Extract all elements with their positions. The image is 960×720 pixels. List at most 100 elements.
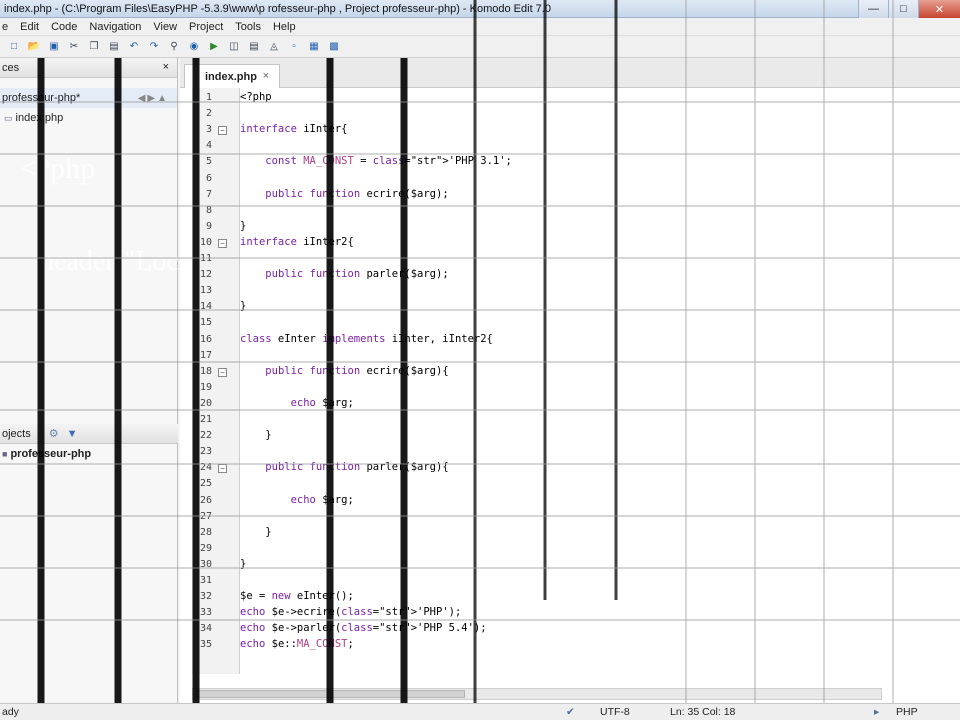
line-number: 35 [199, 639, 212, 651]
paste-icon[interactable]: ▤ [106, 39, 122, 55]
code-line: public function ecrire($arg); [265, 187, 449, 200]
menu-navigation[interactable]: Navigation [89, 21, 141, 33]
tab-bar: index.php × [180, 58, 960, 88]
line-number: 21 [199, 414, 212, 425]
menu-view[interactable]: View [153, 21, 177, 33]
window-title: index.php - (C:\Program Files\EasyPHP -5… [4, 2, 551, 15]
run-icon[interactable]: ▶ [206, 39, 222, 55]
line-number: 13 [199, 285, 212, 297]
code-line: public function parler($arg){ [265, 461, 449, 474]
share-icon[interactable]: ▩ [326, 39, 342, 55]
folder-label: professeur-php* [2, 92, 81, 104]
save-icon[interactable]: ▣ [46, 39, 62, 55]
line-number: 12 [199, 269, 212, 281]
line-number: 4 [205, 140, 212, 152]
fold-toggle-icon[interactable]: − [218, 126, 227, 136]
gear-icon[interactable]: ⚙ [49, 427, 59, 440]
file-row-index[interactable]: ▭ index.php [0, 108, 177, 128]
code-line: public function parler($arg); [265, 268, 449, 281]
toggle-pane-right-icon[interactable]: ◬ [266, 39, 282, 55]
status-syntax-icon[interactable]: ▸ [874, 706, 879, 718]
copy-icon[interactable]: ❐ [86, 39, 102, 55]
horizontal-scrollbar[interactable] [192, 688, 882, 700]
code-line: } [240, 429, 272, 442]
tab-index-php[interactable]: index.php × [184, 64, 280, 88]
line-number: 31 [199, 575, 212, 586]
toggle-pane-left-icon[interactable]: ◫ [226, 39, 242, 55]
project-label: professeur-php [10, 448, 92, 460]
line-number: 18 [199, 365, 212, 377]
line-number: 34 [199, 623, 212, 635]
line-number: 14 [199, 301, 212, 313]
project-icon: ■ [2, 449, 8, 459]
menu-code[interactable]: Code [51, 21, 77, 33]
code-line: echo $e->parler(class="str">'PHP 5.4'); [240, 622, 487, 635]
minimize-button[interactable]: — [858, 0, 888, 18]
code-line: <?php [240, 91, 272, 103]
menu-help[interactable]: Help [273, 21, 296, 33]
macro-icon[interactable]: ▫ [286, 39, 302, 55]
toolbox-icon[interactable]: ▦ [306, 39, 322, 55]
fold-toggle-icon[interactable]: − [218, 238, 227, 248]
line-number: 29 [199, 542, 212, 554]
open-file-icon[interactable]: 📂 [26, 39, 42, 55]
undo-icon[interactable]: ↶ [126, 39, 142, 55]
code-line: $e = new eInter(); [240, 590, 354, 603]
close-window-button[interactable]: ✕ [918, 0, 960, 18]
status-lint-icon[interactable]: ✔ [566, 706, 575, 718]
status-bar: ady ✔ UTF-8 Ln: 35 Col: 18 ▸ PHP [0, 703, 960, 720]
find-icon[interactable]: ⚲ [166, 39, 182, 55]
line-number: 25 [199, 478, 212, 490]
dropdown-arrow-icon[interactable]: ▼ [67, 428, 78, 440]
line-number: 5 [205, 156, 212, 168]
menu-tools[interactable]: Tools [235, 21, 261, 33]
code-line: class eInter implements iInter, iInter2{ [240, 332, 493, 345]
left-pane: ces × professeur-php* ◀▶▲ ▭ index.php <?… [0, 58, 178, 703]
maximize-button[interactable]: □ [888, 0, 918, 18]
cut-icon[interactable]: ✂ [66, 39, 82, 55]
project-row[interactable]: ■ professeur-php [0, 444, 178, 464]
status-encoding[interactable]: UTF-8 [600, 706, 630, 718]
line-number: 8 [205, 204, 212, 216]
php-file-icon: ▭ [4, 112, 13, 123]
places-folder-row[interactable]: professeur-php* ◀▶▲ [0, 88, 177, 108]
title-bar: index.php - (C:\Program Files\EasyPHP -5… [0, 0, 960, 18]
overlay-php-tag: <?php [20, 152, 96, 185]
toggle-pane-bottom-icon[interactable]: ▤ [246, 39, 262, 55]
line-number: 26 [199, 494, 212, 506]
tab-label: index.php [205, 70, 257, 83]
line-number: 7 [205, 188, 212, 200]
line-number: 23 [199, 446, 212, 458]
code-line: } [240, 300, 247, 313]
file-label: index.php [15, 112, 64, 124]
line-number: 1 [205, 92, 212, 103]
line-number: 28 [199, 526, 212, 538]
menu-edit[interactable]: Edit [20, 21, 39, 33]
places-title: ces [2, 61, 20, 74]
scrollbar-thumb[interactable] [197, 690, 465, 698]
redo-icon[interactable]: ↷ [146, 39, 162, 55]
code-area[interactable]: <?php interface iInter{ const MA_CONST = … [240, 88, 940, 674]
line-number: 15 [199, 317, 212, 329]
close-pane-icon[interactable]: × [163, 61, 169, 73]
browser-preview-icon[interactable]: ◉ [186, 39, 202, 55]
line-number: 20 [199, 397, 212, 409]
code-line: const MA_CONST = class="str">'PHP 3.1'; [265, 155, 512, 168]
code-line: } [240, 219, 247, 232]
status-language[interactable]: PHP [896, 706, 918, 718]
line-number: 10 [199, 236, 212, 248]
tab-close-icon[interactable]: × [263, 70, 269, 82]
fold-toggle-icon[interactable]: − [218, 464, 227, 474]
menu-bar: e Edit Code Navigation View Project Tool… [0, 18, 960, 36]
fold-toggle-icon[interactable]: − [218, 367, 227, 377]
line-number: 9 [205, 220, 212, 232]
new-file-icon[interactable]: □ [6, 39, 22, 55]
code-line: interface iInter{ [240, 123, 348, 136]
menu-file[interactable]: e [2, 21, 8, 33]
projects-header: ojects ⚙ ▼ [0, 424, 178, 444]
status-text: ady [2, 706, 19, 718]
menu-project[interactable]: Project [189, 21, 223, 33]
projects-title: ojects [2, 427, 31, 440]
navigation-arrows-icon[interactable]: ◀▶▲ [138, 93, 169, 104]
line-number: 11 [199, 253, 212, 264]
